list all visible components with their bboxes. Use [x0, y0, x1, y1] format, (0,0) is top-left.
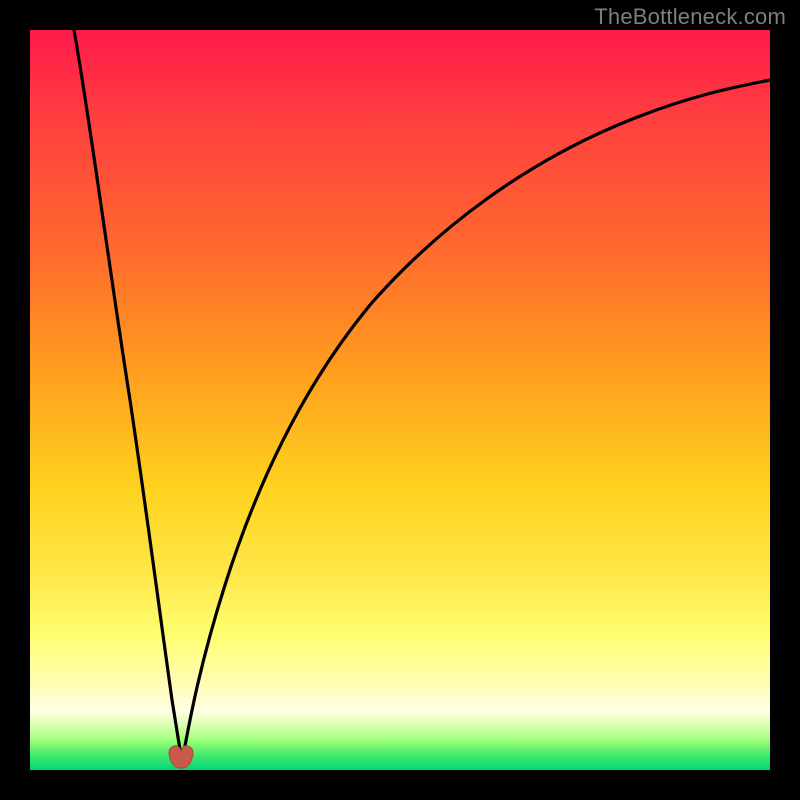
curve-right-branch — [182, 80, 770, 762]
plot-area — [30, 30, 770, 770]
curve-left-branch — [74, 30, 182, 762]
watermark-text: TheBottleneck.com — [594, 4, 786, 30]
curve-layer — [30, 30, 770, 770]
chart-frame: TheBottleneck.com — [0, 0, 800, 800]
